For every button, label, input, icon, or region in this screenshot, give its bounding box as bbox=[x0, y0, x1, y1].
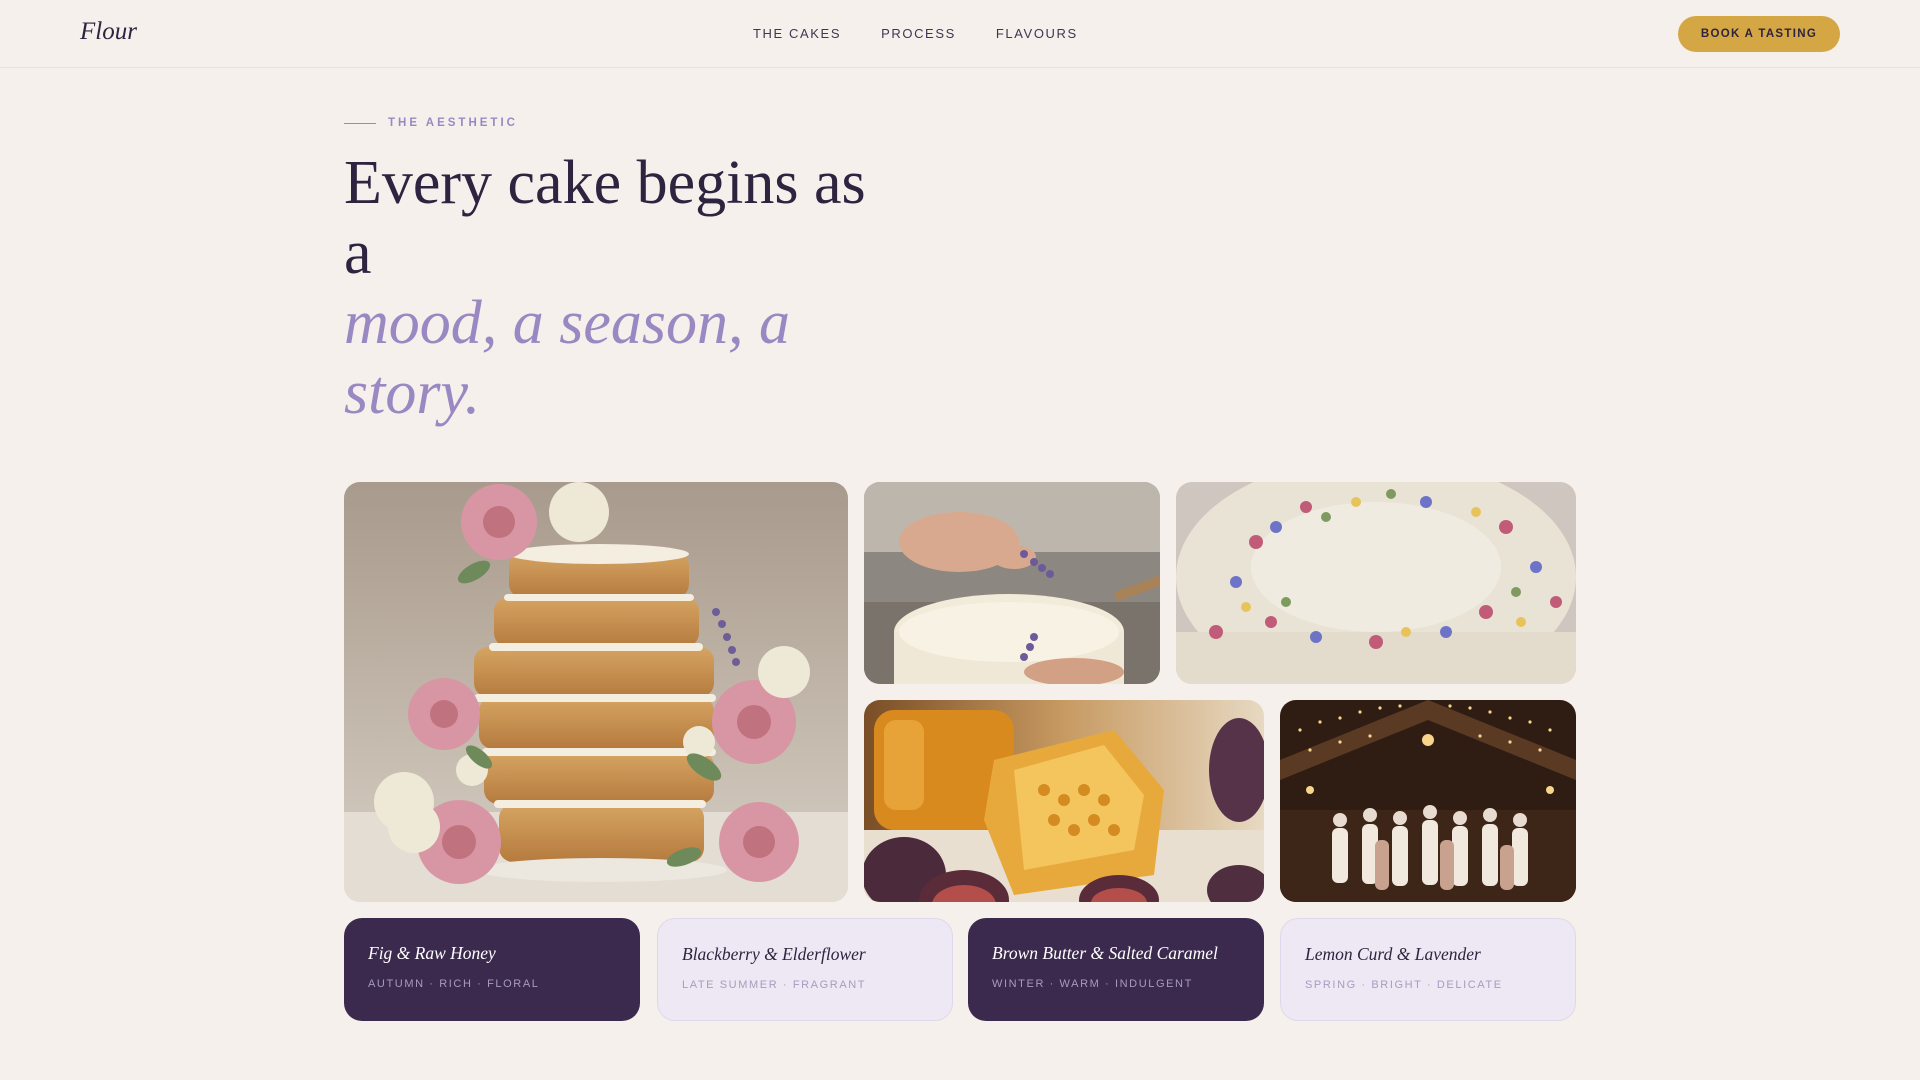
gallery-image-layer-cake bbox=[344, 482, 848, 902]
section-eyebrow: THE AESTHETIC bbox=[344, 117, 518, 129]
eyebrow-rule bbox=[344, 122, 376, 124]
brand-logo[interactable]: Flour bbox=[80, 18, 137, 46]
nav-link-flavours[interactable]: FLAVOURS bbox=[996, 26, 1078, 41]
flavour-tags: WINTER · WARM · INDULGENT bbox=[992, 978, 1193, 990]
flavour-card-blackberry-elderflower[interactable]: Blackberry & Elderflower LATE SUMMER · F… bbox=[657, 918, 953, 1021]
hero-headline: Every cake begins as a mood, a season, a… bbox=[344, 148, 904, 428]
site-header: Flour THE CAKES PROCESS FLAVOURS BOOK A … bbox=[0, 0, 1920, 68]
flavour-card-lemon-curd-lavender[interactable]: Lemon Curd & Lavender SPRING · BRIGHT · … bbox=[1280, 918, 1576, 1021]
nav-link-process[interactable]: PROCESS bbox=[881, 26, 956, 41]
flavour-card-fig-raw-honey[interactable]: Fig & Raw Honey AUTUMN · RICH · FLORAL bbox=[344, 918, 640, 1021]
book-tasting-button[interactable]: BOOK A TASTING bbox=[1678, 16, 1840, 52]
flavour-name: Brown Butter & Salted Caramel bbox=[992, 943, 1218, 963]
flavour-tags: LATE SUMMER · FRAGRANT bbox=[682, 979, 867, 991]
gallery-image-barn-wedding bbox=[1280, 700, 1576, 902]
flavour-name: Fig & Raw Honey bbox=[368, 943, 496, 963]
flavour-card-brown-butter-salted-caramel[interactable]: Brown Butter & Salted Caramel WINTER · W… bbox=[968, 918, 1264, 1021]
flavour-tags: SPRING · BRIGHT · DELICATE bbox=[1305, 979, 1503, 991]
flavour-name: Lemon Curd & Lavender bbox=[1305, 944, 1481, 964]
eyebrow-label: THE AESTHETIC bbox=[388, 117, 518, 129]
primary-nav: THE CAKES PROCESS FLAVOURS bbox=[753, 26, 1078, 41]
gallery-image-honeycomb-figs bbox=[864, 700, 1264, 902]
gallery-image-lavender-decorating bbox=[864, 482, 1160, 684]
flavour-name: Blackberry & Elderflower bbox=[682, 944, 866, 964]
headline-main: Every cake begins as a bbox=[344, 149, 866, 287]
flavour-tags: AUTUMN · RICH · FLORAL bbox=[368, 978, 540, 990]
headline-accent: mood, a season, a story. bbox=[344, 289, 791, 427]
nav-link-the-cakes[interactable]: THE CAKES bbox=[753, 26, 841, 41]
gallery-image-petal-cake bbox=[1176, 482, 1576, 684]
